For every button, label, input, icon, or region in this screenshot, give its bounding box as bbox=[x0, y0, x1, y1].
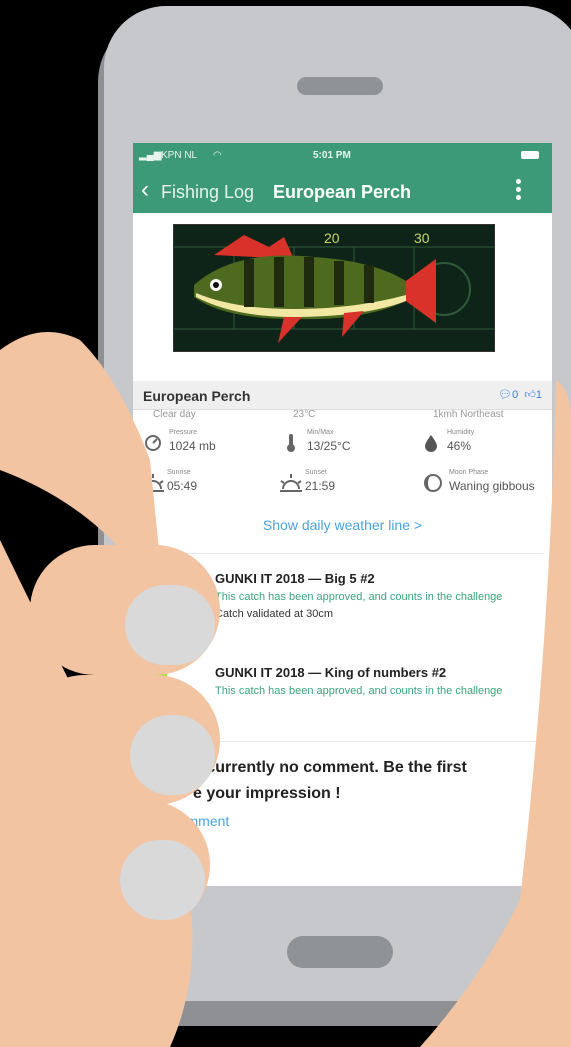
vertical-dots-icon[interactable] bbox=[513, 179, 523, 203]
challenge-status: This catch has been approved, and counts… bbox=[215, 591, 503, 603]
challenge-item[interactable]: GUNKI IT 2018 — Big 5 #2 This catch has … bbox=[215, 571, 535, 620]
signal-bars-icon: ▂▄▆ bbox=[139, 150, 162, 161]
weather-minmax: Min/Max 13/25°C bbox=[281, 429, 411, 463]
chevron-left-icon[interactable]: ‹ bbox=[141, 178, 149, 202]
carrier-label: KPN NL bbox=[161, 150, 198, 161]
species-banner: 20 30 bbox=[173, 224, 495, 352]
sunrise-icon bbox=[142, 474, 164, 492]
pencil-icon: ✎ bbox=[153, 813, 165, 829]
challenge-title: GUNKI IT 2018 — King of numbers #2 bbox=[215, 665, 447, 680]
challenge-badge bbox=[153, 666, 167, 710]
comment-button[interactable]: ✎ Comment bbox=[153, 813, 229, 830]
empty-comments-message: s currently no comment. Be the first e y… bbox=[193, 759, 467, 802]
weather-condition: Clear day bbox=[153, 409, 196, 420]
app-screen: ▂▄▆ KPN NL ◠ 5:01 PM ‹ Fishing Log Europ… bbox=[133, 143, 552, 886]
challenge-item[interactable]: GUNKI IT 2018 — King of numbers #2 This … bbox=[215, 665, 535, 698]
comments-count: 0 bbox=[512, 389, 519, 401]
likes-count: 1 bbox=[535, 389, 542, 401]
weather-sunset: Sunset 21:59 bbox=[279, 469, 409, 503]
back-button[interactable]: Fishing Log bbox=[161, 182, 254, 203]
species-name: European Perch bbox=[143, 388, 251, 404]
home-button[interactable] bbox=[287, 936, 393, 968]
weather-pressure: Pressure 1024 mb bbox=[143, 429, 273, 463]
weather-humidity: Humidity 46% bbox=[421, 429, 551, 463]
status-bar: ▂▄▆ KPN NL ◠ 5:01 PM bbox=[133, 143, 552, 169]
divider bbox=[153, 741, 543, 742]
species-bar: European Perch 💬︎0 👍︎1 bbox=[133, 381, 552, 410]
divider bbox=[153, 553, 543, 554]
perch-illustration: 20 30 bbox=[174, 225, 494, 351]
wifi-icon: ◠ bbox=[213, 150, 222, 161]
pressure-gauge-icon bbox=[145, 435, 161, 451]
nav-bar: ‹ Fishing Log European Perch bbox=[133, 169, 552, 213]
page-title: European Perch bbox=[273, 182, 412, 202]
moon-phase-icon bbox=[424, 474, 442, 492]
weather-wind: 1kmh Northeast bbox=[433, 409, 504, 420]
comment-bubble-icon[interactable]: 💬︎ bbox=[498, 389, 512, 401]
weather-sunrise: Sunrise 05:49 bbox=[141, 469, 271, 503]
show-weather-link[interactable]: Show daily weather line > bbox=[133, 517, 552, 533]
thumbs-up-icon[interactable]: 👍︎ bbox=[524, 389, 536, 401]
challenge-validation: Catch validated at 30cm bbox=[215, 608, 334, 620]
phone-speaker bbox=[297, 77, 383, 95]
battery-icon bbox=[521, 151, 539, 159]
weather-moon: Moon Phase Waning gibbous bbox=[423, 469, 552, 503]
challenge-status: This catch has been approved, and counts… bbox=[215, 685, 503, 697]
thermometer-icon bbox=[287, 434, 295, 452]
humidity-drop-icon bbox=[425, 435, 437, 452]
weather-temperature: 23°C bbox=[293, 409, 316, 420]
sunset-icon bbox=[280, 474, 302, 492]
species-counters: 💬︎0 👍︎1 bbox=[498, 388, 542, 401]
banner-label-left: 20 bbox=[324, 230, 340, 246]
clock: 5:01 PM bbox=[313, 150, 351, 161]
challenge-title: GUNKI IT 2018 — Big 5 #2 bbox=[215, 571, 375, 586]
banner-label-right: 30 bbox=[414, 230, 430, 246]
